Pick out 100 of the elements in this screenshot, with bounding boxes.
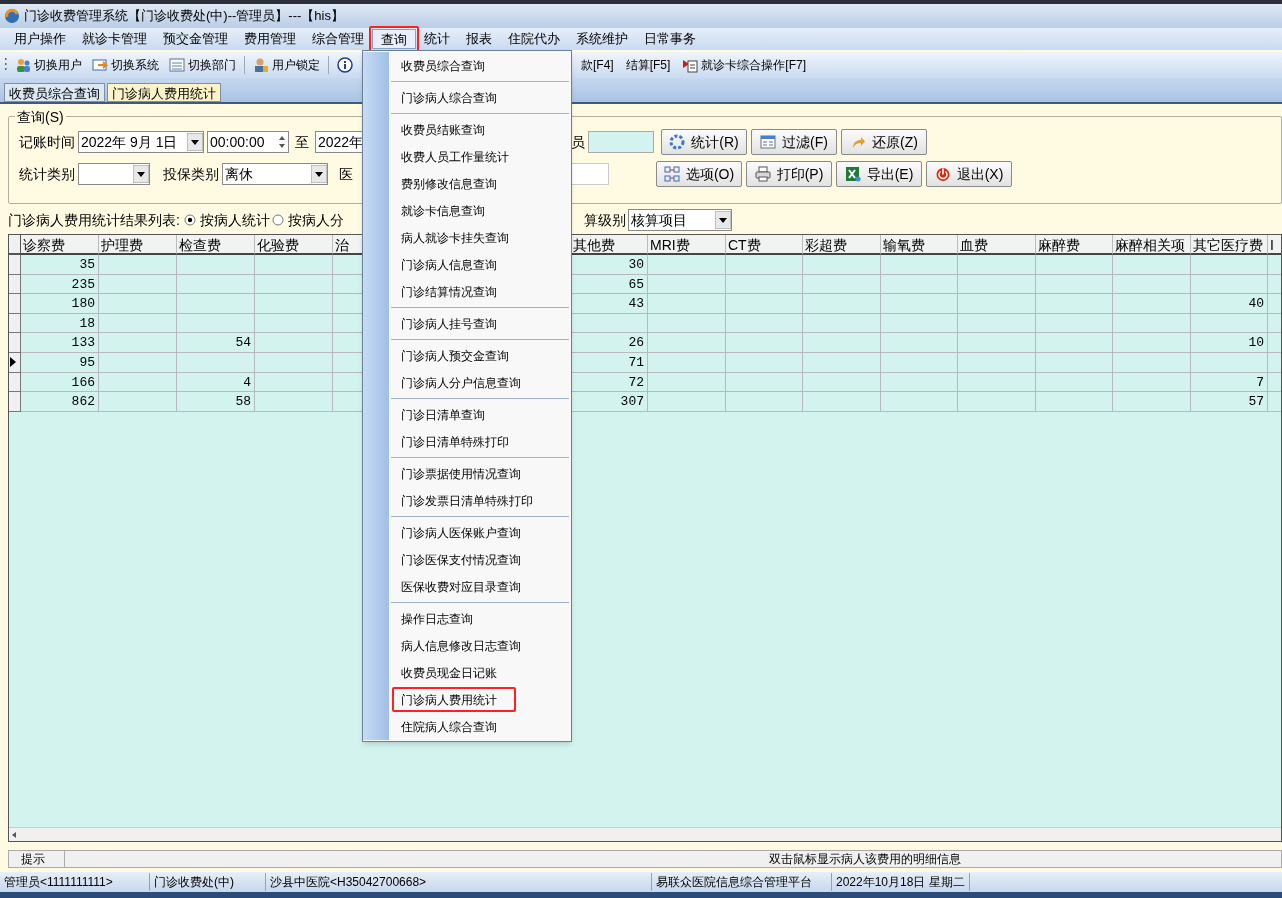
toolbar-button[interactable]: 结算[F5] (623, 56, 673, 74)
menu-item[interactable]: 病人信息修改日志查询 (389, 632, 571, 659)
toolbar-button[interactable]: 用户锁定 (251, 56, 322, 74)
column-header[interactable]: CT费 (726, 235, 803, 255)
menu-item[interactable]: 收费员综合查询 (389, 52, 571, 79)
menu-item[interactable]: 日常事务 (636, 29, 704, 49)
toolbar-button[interactable]: 切换系统 (90, 56, 161, 74)
radio-option[interactable]: 按病人分 (271, 209, 344, 231)
menu-item[interactable]: 收费人员工作量统计 (389, 143, 571, 170)
export-button[interactable]: 导出(E) (836, 161, 922, 187)
time-field[interactable]: 00:00:00 (207, 131, 289, 153)
column-header[interactable]: MRI费 (648, 235, 726, 255)
grip-icon (4, 57, 7, 73)
print-icon (754, 166, 771, 182)
menu-item[interactable]: 报表 (458, 29, 500, 49)
print-button[interactable]: 打印(P) (746, 161, 832, 187)
column-header[interactable]: 输氧费 (881, 235, 958, 255)
menu-item[interactable]: 门诊病人预交金查询 (389, 342, 571, 369)
table-cell: 95 (21, 352, 99, 373)
status-text: 门诊收费处(中) (150, 873, 266, 891)
toolbar-button[interactable] (335, 57, 355, 73)
menu-item[interactable]: 住院代办 (500, 29, 568, 49)
field-label: 统计类别 (19, 164, 75, 184)
user-lock-icon (253, 57, 269, 73)
menu-item[interactable]: 门诊日清单特殊打印 (389, 428, 571, 455)
input-field[interactable] (569, 163, 609, 185)
category-dropdown[interactable] (78, 163, 150, 185)
menu-item[interactable]: 查询 (372, 29, 416, 49)
tab[interactable]: 门诊病人费用统计 (107, 83, 221, 102)
column-header[interactable]: 麻醉费 (1036, 235, 1113, 255)
toolbar-button[interactable]: 切换部门 (167, 56, 238, 74)
menu-item[interactable]: 门诊病人分户信息查询 (389, 369, 571, 396)
table-cell: 862 (21, 392, 99, 412)
filter-button[interactable]: 过滤(F) (751, 129, 837, 155)
field-label: 算级别 (583, 210, 626, 230)
menu-item[interactable]: 费别修改信息查询 (389, 170, 571, 197)
menu-item[interactable]: 收费员现金日记账 (389, 659, 571, 686)
menu-item[interactable]: 门诊发票日清单特殊打印 (389, 487, 571, 514)
menu-item[interactable]: 门诊结算情况查询 (389, 278, 571, 305)
column-header[interactable]: 化验费 (255, 235, 333, 255)
menu-item[interactable]: 收费员结账查询 (389, 116, 571, 143)
menu-item[interactable]: 费用管理 (236, 29, 304, 49)
stats-button[interactable]: 统计(R) (661, 129, 747, 155)
table-cell: 7 (1191, 372, 1268, 393)
menu-item[interactable]: 住院病人综合查询 (389, 713, 571, 740)
menu-item[interactable]: 系统维护 (568, 29, 636, 49)
radio-option[interactable]: 按病人统计 (183, 209, 270, 231)
restore-button[interactable]: 还原(Z) (841, 129, 927, 155)
operator-field[interactable] (588, 131, 654, 153)
exit-button[interactable]: 退出(X) (926, 161, 1012, 187)
column-header[interactable]: 检查费 (177, 235, 255, 255)
menu-item[interactable]: 就诊卡信息查询 (389, 197, 571, 224)
menu-item[interactable]: 门诊病人费用统计 (389, 686, 571, 713)
insurance-dropdown[interactable]: 离休 (222, 163, 328, 185)
column-header[interactable]: I (1268, 235, 1281, 255)
options-button[interactable]: 选项(O) (656, 161, 742, 187)
column-header[interactable]: 诊察费 (21, 235, 99, 255)
row-header[interactable] (9, 352, 21, 373)
list-title: 门诊病人费用统计结果列表: (8, 210, 180, 230)
date-field[interactable]: 2022年 9月 1日 (78, 131, 204, 153)
tab[interactable]: 收费员综合查询 (4, 83, 105, 102)
menu-item[interactable]: 门诊日清单查询 (389, 401, 571, 428)
column-header[interactable]: 彩超费 (803, 235, 881, 255)
menu-item[interactable]: 统计 (416, 29, 458, 49)
column-header[interactable]: 其它医疗费 (1191, 235, 1268, 255)
column-header[interactable]: 护理费 (99, 235, 177, 255)
menu-item[interactable]: 门诊医保支付情况查询 (389, 546, 571, 573)
grid-squares-icon (663, 166, 680, 182)
table-cell: 180 (21, 294, 99, 314)
menu-item[interactable]: 门诊病人信息查询 (389, 251, 571, 278)
toolbar-button[interactable]: 就诊卡综合操作[F7] (680, 56, 808, 74)
hint-text: 双击鼠标显示病人该费用的明细信息 (769, 851, 961, 868)
menu-item[interactable]: 用户操作 (6, 29, 74, 49)
level-dropdown[interactable]: 核算项目 (627, 209, 732, 231)
menu-item[interactable]: 门诊病人医保账户查询 (389, 519, 571, 546)
toolbar-button[interactable]: 切换用户 (13, 56, 84, 74)
table-cell: 57 (1191, 392, 1268, 412)
menu-item[interactable]: 病人就诊卡挂失查询 (389, 224, 571, 251)
field-label: 投保类别 (163, 164, 219, 184)
menu-item[interactable]: 门诊病人综合查询 (389, 84, 571, 111)
menu-item[interactable]: 操作日志查询 (389, 605, 571, 632)
column-header[interactable]: 其他费 (571, 235, 648, 255)
hint-label: 提示 (9, 850, 65, 868)
menu-item[interactable]: 预交金管理 (155, 29, 236, 49)
field-label: 医 (339, 164, 353, 184)
table-cell: 4 (177, 372, 255, 393)
status-text: 管理员<1111111111> (0, 873, 150, 891)
menu-item[interactable]: 综合管理 (304, 29, 372, 49)
table-cell: 54 (177, 333, 255, 353)
toolbar-button[interactable]: 款[F4] (579, 56, 616, 74)
spreadsheet-icon (844, 166, 861, 182)
menu-item[interactable]: 医保收费对应目录查询 (389, 573, 571, 600)
menu-item[interactable]: 门诊病人挂号查询 (389, 310, 571, 337)
horizontal-scrollbar[interactable] (9, 827, 1281, 841)
date-field[interactable]: 2022年 (315, 131, 365, 153)
dropdown-arrow-icon (714, 211, 731, 229)
column-header[interactable]: 麻醉相关项 (1113, 235, 1191, 255)
menu-item[interactable]: 门诊票据使用情况查询 (389, 460, 571, 487)
column-header[interactable]: 血费 (958, 235, 1036, 255)
menu-item[interactable]: 就诊卡管理 (74, 29, 155, 49)
